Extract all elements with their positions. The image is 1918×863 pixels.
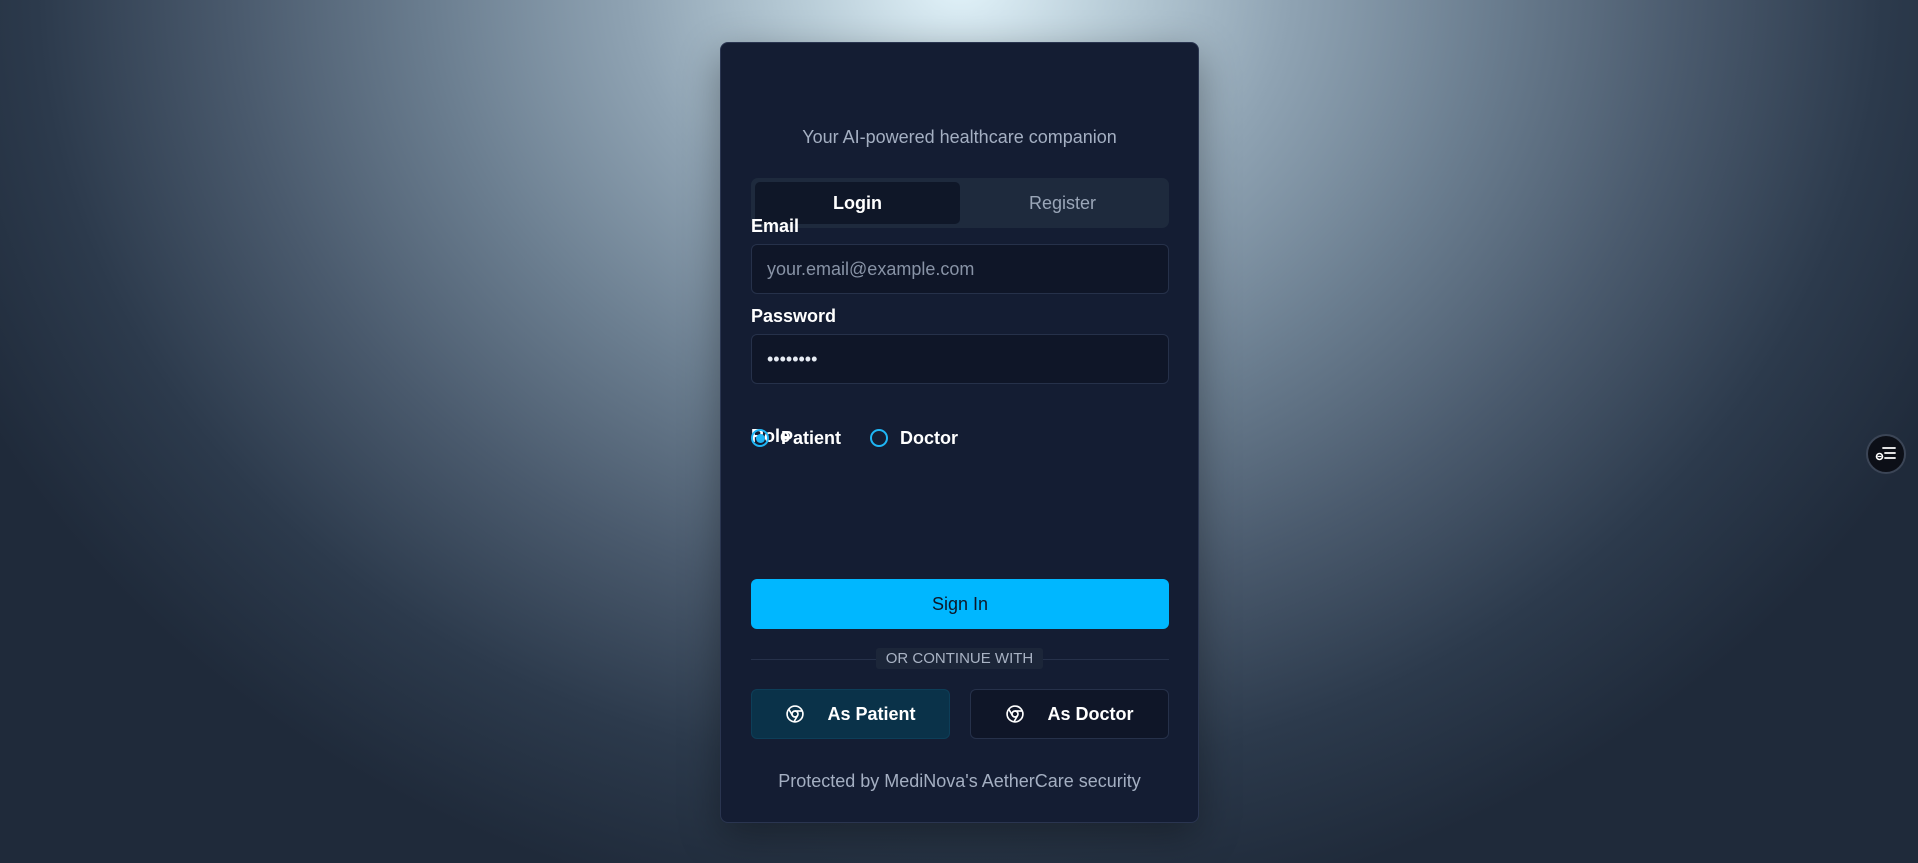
radio-unchecked-icon — [870, 429, 889, 447]
security-footer: Protected by MediNova's AetherCare secur… — [778, 771, 1141, 791]
role-patient-radio[interactable]: Patient — [751, 428, 841, 449]
role-radio-group: Patient Doctor — [751, 425, 987, 451]
password-label: Password — [751, 306, 837, 326]
divider-label: OR CONTINUE WITH — [721, 648, 1198, 669]
email-field[interactable] — [751, 244, 1169, 294]
subtitle: Your AI-powered healthcare companion — [802, 127, 1117, 147]
continue-as-doctor-label: As Doctor — [1047, 703, 1134, 724]
radio-checked-icon — [751, 429, 769, 447]
auth-tabs: Login Register — [751, 178, 1169, 228]
accessibility-settings-button[interactable] — [1866, 434, 1906, 474]
continue-as-doctor-button[interactable]: As Doctor — [970, 689, 1169, 739]
continue-as-patient-button[interactable]: As Patient — [751, 689, 950, 739]
auth-card: Your AI-powered healthcare companion Log… — [720, 42, 1199, 823]
sign-in-button[interactable]: Sign In — [751, 579, 1169, 629]
divider-text: OR CONTINUE WITH — [875, 648, 1044, 669]
tab-register[interactable]: Register — [960, 182, 1165, 224]
role-doctor-label: Doctor — [900, 427, 959, 448]
continue-as-patient-label: As Patient — [827, 703, 916, 724]
accessibility-settings-icon — [1875, 447, 1896, 461]
role-patient-label: Patient — [781, 427, 842, 448]
chrome-icon — [786, 705, 805, 723]
password-field[interactable] — [751, 334, 1169, 384]
email-label: Email — [751, 216, 800, 236]
chrome-icon — [1006, 705, 1025, 723]
role-doctor-radio[interactable]: Doctor — [870, 428, 958, 449]
